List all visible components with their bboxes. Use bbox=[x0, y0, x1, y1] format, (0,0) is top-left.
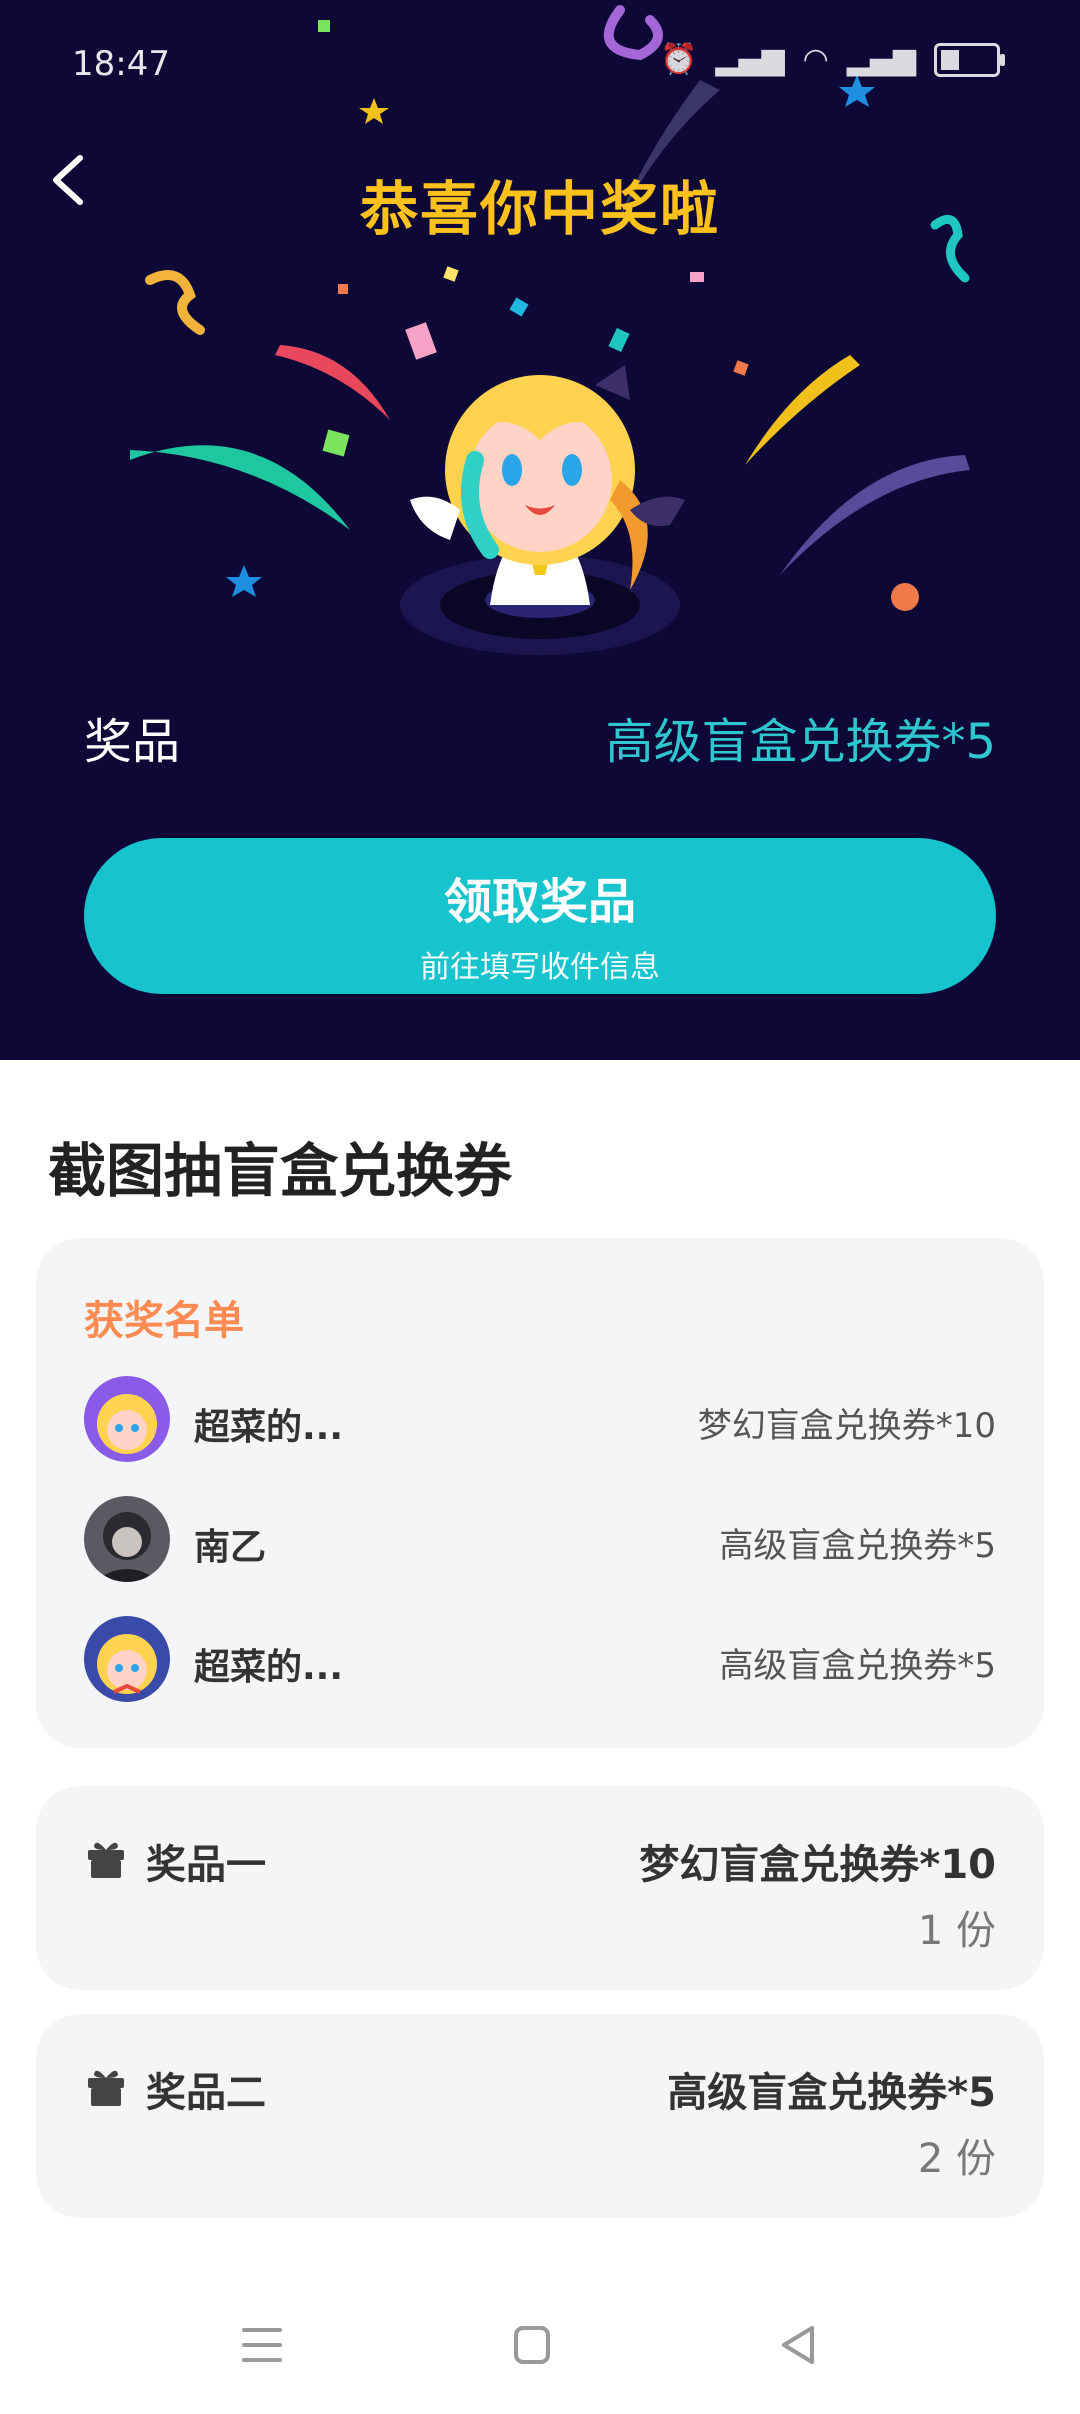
prize-card-count: 1 份 bbox=[917, 1908, 996, 1954]
avatar bbox=[84, 1496, 170, 1582]
prize-card-label: 奖品一 bbox=[146, 1842, 266, 1888]
winner-row[interactable]: 超菜的... 梦幻盲盒兑换券*10 bbox=[84, 1376, 996, 1462]
winner-prize: 梦幻盲盒兑换券*10 bbox=[697, 1406, 996, 1446]
avatar bbox=[84, 1616, 170, 1702]
winner-name: 超菜的... bbox=[194, 1647, 344, 1688]
prize-value: 高级盲盒兑换券*5 bbox=[605, 714, 996, 770]
battery-icon bbox=[934, 42, 1005, 77]
signal-icon: ▂▄▆ bbox=[715, 42, 785, 77]
hero-banner: 18:47 ⏰ ▂▄▆ ◠ ▂▄▆ 恭喜你中奖啦 奖品 高级盲盒兑换券*5 领取… bbox=[0, 0, 1080, 1060]
winner-name: 南乙 bbox=[194, 1527, 267, 1568]
winner-row[interactable]: 超菜的... 高级盲盒兑换券*5 bbox=[84, 1616, 996, 1702]
status-icons: ⏰ ▂▄▆ ◠ ▂▄▆ bbox=[660, 42, 1005, 77]
winner-name: 超菜的... bbox=[194, 1407, 344, 1448]
page-title: 恭喜你中奖啦 bbox=[359, 175, 720, 243]
winner-prize: 高级盲盒兑换券*5 bbox=[719, 1526, 996, 1566]
winners-title: 获奖名单 bbox=[84, 1298, 244, 1344]
avatar bbox=[84, 1376, 170, 1462]
prize-card-1: 奖品一 梦幻盲盒兑换券*10 1 份 bbox=[36, 1786, 1044, 1990]
winner-prize: 高级盲盒兑换券*5 bbox=[719, 1646, 996, 1686]
menu-icon[interactable] bbox=[240, 2320, 284, 2370]
home-square-icon[interactable] bbox=[510, 2320, 554, 2370]
prize-label: 奖品 bbox=[84, 714, 181, 770]
wifi-icon: ◠ bbox=[802, 42, 829, 77]
gift-icon bbox=[88, 1842, 124, 1878]
prize-card-2: 奖品二 高级盲盒兑换券*5 2 份 bbox=[36, 2014, 1044, 2218]
prize-card-name: 梦幻盲盒兑换券*10 bbox=[639, 1842, 996, 1888]
claim-button-title: 领取奖品 bbox=[443, 874, 636, 930]
system-nav-bar bbox=[0, 2290, 1080, 2414]
back-triangle-icon[interactable] bbox=[776, 2320, 820, 2370]
claim-button-subtitle: 前往填写收件信息 bbox=[420, 950, 660, 985]
alarm-icon: ⏰ bbox=[660, 42, 698, 77]
winner-row[interactable]: 南乙 高级盲盒兑换券*5 bbox=[84, 1496, 996, 1582]
prize-card-label: 奖品二 bbox=[146, 2070, 266, 2116]
section-title: 截图抽盲盒兑换券 bbox=[48, 1137, 513, 1205]
claim-prize-button[interactable]: 领取奖品 前往填写收件信息 bbox=[84, 838, 996, 994]
prize-card-name: 高级盲盒兑换券*5 bbox=[667, 2070, 996, 2116]
signal-icon-2: ▂▄▆ bbox=[846, 42, 916, 77]
prize-card-count: 2 份 bbox=[917, 2136, 996, 2182]
winners-card: 获奖名单 超菜的... 梦幻盲盒兑换券*10 南乙 高级盲盒兑换券*5 超菜的.… bbox=[36, 1238, 1044, 1748]
battery-fill bbox=[941, 49, 959, 70]
status-bar: 18:47 ⏰ ▂▄▆ ◠ ▂▄▆ bbox=[0, 0, 1080, 120]
status-time: 18:47 bbox=[72, 44, 170, 84]
mascot-illustration bbox=[400, 365, 685, 655]
gift-icon bbox=[88, 2070, 124, 2106]
